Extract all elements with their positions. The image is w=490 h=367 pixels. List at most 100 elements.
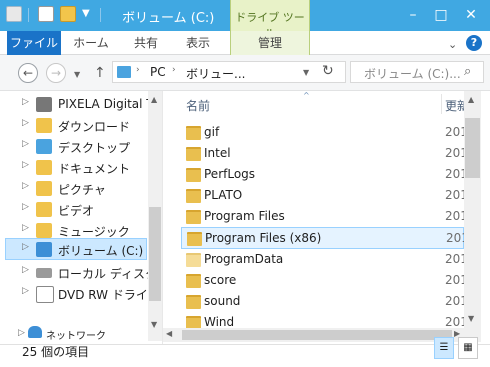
nav-item-local-disk-d[interactable]: ▷ ローカル ディスク (D <box>0 262 175 283</box>
expand-arrow-icon[interactable]: ▷ <box>22 242 29 252</box>
file-name: Intel <box>204 146 231 160</box>
nav-item-dvd-drive[interactable]: ▷ DVD RW ドライブ <box>0 283 160 304</box>
column-divider[interactable] <box>441 94 442 114</box>
nav-item-label: DVD RW ドライブ <box>58 288 160 302</box>
desktop-folder-icon <box>36 139 52 154</box>
download-folder-icon <box>36 118 52 133</box>
dvd-drive-icon <box>36 286 54 303</box>
nav-item-videos[interactable]: ▷ ビデオ <box>0 199 148 220</box>
breadcrumb-separator-icon: › <box>172 65 176 75</box>
camera-icon <box>36 97 52 112</box>
vertical-scrollbar-thumb[interactable] <box>465 118 480 178</box>
new-folder-icon[interactable] <box>60 6 76 22</box>
expand-arrow-icon[interactable]: ▷ <box>18 328 25 338</box>
nav-item-documents[interactable]: ▷ ドキュメント <box>0 157 148 178</box>
file-row[interactable]: PLATO 201 <box>181 185 468 206</box>
nav-item-desktop[interactable]: ▷ デスクトップ <box>0 136 148 157</box>
nav-item-downloads[interactable]: ▷ ダウンロード <box>0 115 148 136</box>
scroll-up-icon[interactable]: ▲ <box>151 95 157 104</box>
file-row[interactable]: gif 201 <box>181 122 468 143</box>
folder-icon <box>186 316 201 328</box>
horizontal-scrollbar-thumb[interactable] <box>182 330 452 340</box>
documents-folder-icon <box>36 160 52 175</box>
tab-file[interactable]: ファイル <box>7 31 61 55</box>
tab-manage[interactable]: 管理 <box>248 31 292 55</box>
back-button[interactable]: ← <box>18 63 38 83</box>
pictures-folder-icon <box>36 181 52 196</box>
explorer-app-icon[interactable] <box>6 6 22 22</box>
nav-item-label: ピクチャ <box>58 183 106 197</box>
folder-icon <box>186 189 201 203</box>
expand-arrow-icon[interactable]: ▷ <box>22 202 29 212</box>
file-name: Program Files <box>204 209 285 223</box>
details-view-icon[interactable]: ☰ <box>434 337 454 359</box>
file-name: gif <box>204 125 220 139</box>
forward-button[interactable]: → <box>46 63 66 83</box>
file-name: Wind <box>204 315 235 328</box>
large-icons-view-icon[interactable]: ▦ <box>458 337 478 359</box>
minimize-button[interactable]: – <box>400 6 426 24</box>
refresh-button[interactable]: ↻ <box>322 63 334 79</box>
expand-arrow-icon[interactable]: ▷ <box>22 160 29 170</box>
file-name: Program Files (x86) <box>205 231 322 245</box>
nav-item-label: デスクトップ <box>58 141 131 155</box>
breadcrumb-volume[interactable]: ボリュー... <box>186 65 245 82</box>
file-row[interactable]: PerfLogs 201 <box>181 164 468 185</box>
folder-icon <box>186 126 201 140</box>
scroll-down-icon[interactable]: ▼ <box>468 314 474 323</box>
search-icon[interactable]: ⌕ <box>464 64 471 79</box>
nav-item-label: ビデオ <box>58 204 95 218</box>
file-row[interactable]: sound 201 <box>181 291 468 312</box>
windows-drive-icon <box>36 242 52 257</box>
qat-dropdown-icon[interactable]: ▼ <box>82 8 90 19</box>
expand-arrow-icon[interactable]: ▷ <box>22 223 29 233</box>
file-row[interactable]: Intel 201 <box>181 143 468 164</box>
scroll-down-icon[interactable]: ▼ <box>151 320 157 329</box>
expand-arrow-icon[interactable]: ▷ <box>22 139 29 149</box>
expand-arrow-icon[interactable]: ▷ <box>22 118 29 128</box>
folder-icon <box>187 232 202 246</box>
nav-item-volume-c[interactable]: ▷ ボリューム (C:) <box>5 238 147 260</box>
nav-item-network[interactable]: ネットワーク <box>46 327 106 342</box>
help-icon[interactable]: ? <box>466 35 482 51</box>
sort-ascending-icon: ^ <box>303 91 310 100</box>
maximize-button[interactable]: □ <box>428 6 454 24</box>
breadcrumb-separator-icon: › <box>136 65 140 75</box>
expand-arrow-icon[interactable]: ▷ <box>22 265 29 275</box>
nav-item-label: ドキュメント <box>58 162 131 176</box>
recent-locations-icon[interactable]: ▼ <box>74 70 80 79</box>
file-row[interactable]: Program Files 201 <box>181 206 468 227</box>
toolbar-divider <box>28 8 29 22</box>
folder-icon <box>186 295 201 309</box>
file-row[interactable]: score 201 <box>181 270 468 291</box>
nav-scrollbar-thumb[interactable] <box>149 207 161 301</box>
nav-item-label: ボリューム (C:) <box>58 244 144 258</box>
nav-item-pixela[interactable]: ▷ PIXELA Digital T <box>0 94 154 115</box>
folder-icon <box>186 274 201 288</box>
up-button[interactable]: ↑ <box>94 65 106 81</box>
ribbon-expand-icon[interactable]: ⌄ <box>448 38 457 51</box>
folder-icon <box>186 147 201 161</box>
column-header-name[interactable]: 名前 <box>186 97 210 114</box>
file-row[interactable]: Wind 201 <box>181 312 464 328</box>
breadcrumb-pc[interactable]: PC <box>150 65 166 79</box>
file-row-selected[interactable]: Program Files (x86) 201 <box>181 227 469 249</box>
nav-item-pictures[interactable]: ▷ ピクチャ <box>0 178 148 199</box>
close-button[interactable]: ✕ <box>456 6 486 24</box>
pc-icon <box>117 66 131 78</box>
expand-arrow-icon[interactable]: ▷ <box>22 286 29 296</box>
tab-view[interactable]: 表示 <box>178 31 218 55</box>
address-dropdown-icon[interactable]: ▼ <box>303 68 309 77</box>
search-placeholder: ボリューム (C:)... <box>364 67 461 81</box>
properties-icon[interactable] <box>38 6 54 22</box>
file-row[interactable]: ProgramData 201 <box>181 249 468 270</box>
tab-home[interactable]: ホーム <box>68 31 114 55</box>
scroll-left-icon[interactable]: ◀ <box>166 329 172 338</box>
tab-share[interactable]: 共有 <box>126 31 166 55</box>
expand-arrow-icon[interactable]: ▷ <box>22 181 29 191</box>
expand-arrow-icon[interactable]: ▷ <box>22 97 29 107</box>
file-name: sound <box>204 294 241 308</box>
scroll-up-icon[interactable]: ▲ <box>468 95 474 104</box>
videos-folder-icon <box>36 202 52 217</box>
item-count: 25 個の項目 <box>22 345 90 359</box>
